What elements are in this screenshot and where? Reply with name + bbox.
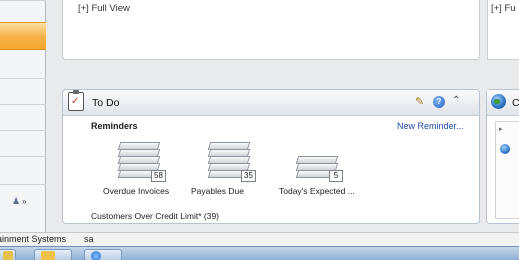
right-panel-title: C	[512, 97, 519, 109]
nav-divider	[0, 156, 46, 157]
overdue-invoices-stack-icon[interactable]: 58	[115, 136, 177, 192]
right-panel-header: C	[487, 90, 519, 116]
right-panel-list: ▸	[495, 121, 519, 219]
taskbar-button-folder[interactable]	[34, 249, 72, 260]
globe-icon[interactable]	[500, 144, 510, 154]
company-name: ainment Systems	[0, 234, 67, 244]
play-arrow-icon[interactable]: ▸	[499, 125, 503, 133]
nav-divider	[0, 104, 46, 105]
payables-due-count: 35	[241, 170, 256, 182]
clipboard-icon: ✓	[68, 90, 84, 111]
right-panel: C ▸	[486, 89, 519, 224]
nav-divider	[0, 78, 46, 79]
globe-icon	[491, 94, 506, 109]
todays-expected-count: 5	[329, 170, 343, 182]
status-bar: ainment Systems sa	[0, 232, 519, 246]
todays-expected-stack-icon[interactable]: 5	[293, 136, 355, 192]
payables-due-label[interactable]: Payables Due	[191, 186, 244, 196]
nav-divider	[0, 0, 46, 1]
help-icon[interactable]: ?	[433, 96, 445, 108]
windows-taskbar	[0, 246, 519, 260]
top-right-panel: [+] Fu	[487, 0, 519, 60]
nav-item[interactable]	[0, 132, 46, 158]
nav-item[interactable]	[0, 106, 46, 132]
folder-icon	[41, 251, 55, 260]
top-panel: [+] Full View	[62, 0, 480, 60]
customers-over-credit-limit-link[interactable]: Customers Over Credit Limit* (39)	[91, 211, 219, 221]
todo-title: To Do	[92, 97, 120, 109]
user-name: sa	[84, 234, 94, 244]
people-icon: ♟	[12, 196, 21, 206]
overdue-invoices-label[interactable]: Overdue Invoices	[103, 186, 169, 196]
todays-expected-label[interactable]: Today's Expected ...	[279, 186, 355, 196]
overdue-invoices-count: 58	[151, 170, 166, 182]
reminders-label: Reminders	[91, 121, 138, 131]
pencil-icon[interactable]: ✎	[415, 95, 424, 108]
taskbar-button-ie[interactable]	[84, 249, 122, 260]
nav-item[interactable]	[0, 158, 46, 184]
navigation-pane: ♟»	[0, 0, 46, 232]
browser-icon	[91, 251, 101, 260]
full-view-link-right[interactable]: [+] Fu	[491, 3, 516, 14]
todo-header: ✓ To Do ✎ ? ⌃	[63, 90, 479, 116]
nav-item-selected[interactable]	[0, 22, 46, 50]
nav-divider	[0, 130, 46, 131]
nav-divider	[0, 184, 46, 185]
taskbar-button[interactable]	[0, 249, 16, 260]
new-reminder-link[interactable]: New Reminder...	[397, 121, 464, 131]
payables-due-stack-icon[interactable]: 35	[205, 136, 267, 192]
home-page-content: [+] Full View [+] Fu ✓ To Do ✎ ? ⌃ Remin…	[46, 0, 519, 232]
configure-buttons-button[interactable]: ♟»	[12, 196, 38, 210]
nav-item[interactable]	[0, 80, 46, 106]
chevron-down-icon: »	[22, 197, 27, 206]
todo-panel: ✓ To Do ✎ ? ⌃ Reminders New Reminder... …	[62, 89, 480, 224]
chevron-up-icon[interactable]: ⌃	[452, 95, 460, 106]
nav-item[interactable]	[0, 52, 46, 78]
full-view-link[interactable]: [+] Full View	[78, 3, 130, 14]
